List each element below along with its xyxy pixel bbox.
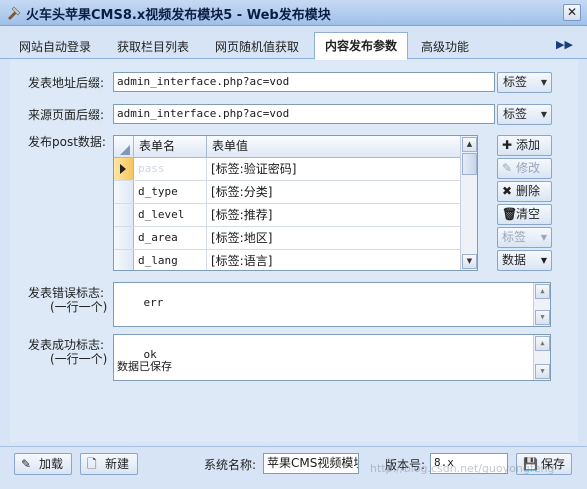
add-button[interactable]: ✚ 添加 [497, 135, 552, 156]
row-header[interactable] [114, 181, 134, 203]
load-button[interactable]: ✎ 加载 [14, 453, 72, 475]
row-header[interactable] [114, 158, 134, 180]
clear-button[interactable]: 🗑清空 [497, 204, 552, 225]
close-icon[interactable]: ✕ [563, 4, 581, 21]
table-row[interactable]: d_type [标签:分类] [114, 181, 477, 204]
error-flag-sublabel: (一行一个) [50, 300, 108, 314]
table-row[interactable]: pass [标签:验证密码] [114, 158, 477, 181]
plus-icon: ✚ [502, 138, 513, 152]
error-flag-textarea[interactable]: err ▲ ▼ [113, 282, 551, 327]
scroll-up-icon[interactable]: ▲ [535, 336, 550, 351]
cell-name[interactable]: d_type [134, 181, 207, 203]
select-all-corner[interactable] [114, 136, 134, 158]
tab-site-login[interactable]: 网站自动登录 [8, 34, 102, 59]
tag-label: 标签 [502, 230, 527, 244]
cell-name[interactable]: d_area [134, 227, 207, 249]
title-bar: 火车头苹果CMS8.x视频发布模块5 - Web发布模块 ✕ [0, 0, 587, 26]
post-url-tag-dropdown[interactable]: 标签 ▼ [497, 72, 552, 93]
cell-value[interactable]: [标签:分类] [207, 181, 462, 203]
referer-input[interactable]: admin_interface.php?ac=vod [113, 104, 495, 124]
tab-bar: 网站自动登录 获取栏目列表 网页随机值获取 内容发布参数 高级功能 ▶▶ [0, 32, 587, 60]
cell-name[interactable]: d_level [134, 204, 207, 226]
new-file-icon: 🗋 [87, 457, 97, 471]
scroll-down-icon[interactable]: ▼ [462, 254, 477, 269]
success-flag-text: ok 数据已保存 [117, 348, 172, 373]
system-name-input[interactable]: 苹果CMS视频模块 [263, 453, 359, 474]
tab-category-list[interactable]: 获取栏目列表 [106, 34, 200, 59]
new-button[interactable]: 🗋 新建 [80, 453, 138, 475]
grid-scrollbar[interactable]: ▲ ▼ [460, 136, 477, 270]
grid-header: 表单名 表单值 [114, 136, 477, 158]
cell-value[interactable]: [标签:推荐] [207, 204, 462, 226]
referer-tag-dropdown[interactable]: 标签 ▼ [497, 104, 552, 125]
scroll-down-icon[interactable]: ▼ [535, 364, 550, 379]
table-row[interactable]: d_level [标签:推荐] [114, 204, 477, 227]
table-row[interactable]: d_area [标签:地区] [114, 227, 477, 250]
chevron-down-icon: ▼ [540, 78, 547, 87]
tab-next-icon[interactable]: ▶▶ [556, 38, 573, 51]
tag-dropdown-button[interactable]: 标签 ▼ [497, 227, 552, 248]
trash-icon: 🗑 [502, 207, 518, 221]
system-name-label: 系统名称: [204, 458, 257, 472]
delete-x-icon: ✖ [502, 184, 513, 198]
post-data-label: 发布post数据: [28, 135, 106, 149]
row-header[interactable] [114, 227, 134, 249]
success-flag-sublabel: (一行一个) [50, 352, 108, 366]
scroll-up-icon[interactable]: ▲ [535, 284, 550, 299]
post-url-input[interactable]: admin_interface.php?ac=vod [113, 72, 495, 92]
post-data-grid[interactable]: 表单名 表单值 pass [标签:验证密码] d_type [标签:分类] d_… [113, 135, 478, 271]
chevron-down-icon: ▼ [540, 256, 547, 265]
delete-button[interactable]: ✖ 删除 [497, 181, 552, 202]
load-icon: ✎ [21, 457, 32, 471]
dropdown-label: 标签 [503, 75, 528, 89]
tab-random-value[interactable]: 网页随机值获取 [204, 34, 310, 59]
load-label: 加载 [39, 457, 64, 471]
column-header-name[interactable]: 表单名 [134, 136, 207, 158]
publish-params-panel: 发表地址后缀: admin_interface.php?ac=vod 标签 ▼ 来… [10, 59, 578, 442]
data-label: 数据 [502, 253, 527, 267]
window-title: 火车头苹果CMS8.x视频发布模块5 - Web发布模块 [26, 8, 331, 23]
data-dropdown-button[interactable]: 数据 ▼ [497, 250, 552, 271]
chevron-down-icon: ▼ [540, 110, 547, 119]
edit-label: 修改 [516, 161, 541, 175]
row-pointer-icon [120, 164, 126, 174]
column-header-value[interactable]: 表单值 [207, 136, 462, 158]
row-header[interactable] [114, 204, 134, 226]
textarea-scrollbar[interactable]: ▲ ▼ [533, 283, 550, 326]
cell-value[interactable]: [标签:地区] [207, 227, 462, 249]
error-flag-text: err [143, 296, 164, 309]
table-row[interactable]: d_lang [标签:语言] [114, 250, 477, 270]
success-flag-textarea[interactable]: ok 数据已保存 ▲ ▼ [113, 334, 551, 381]
watermark: http://blog.csdn.net/guoyongfeng [370, 462, 555, 475]
add-label: 添加 [516, 138, 541, 152]
edit-icon: ✎ [502, 161, 513, 175]
scroll-down-icon[interactable]: ▼ [535, 310, 550, 325]
textarea-scrollbar[interactable]: ▲ ▼ [533, 335, 550, 380]
cell-value[interactable]: [标签:验证密码] [207, 158, 462, 180]
tab-advanced[interactable]: 高级功能 [410, 34, 480, 59]
scroll-thumb[interactable] [462, 153, 477, 175]
cell-name[interactable]: d_lang [134, 250, 207, 270]
clear-label: 清空 [516, 207, 541, 221]
scroll-up-icon[interactable]: ▲ [462, 137, 477, 152]
cell-value[interactable]: [标签:语言] [207, 250, 462, 270]
post-url-label: 发表地址后缀: [28, 76, 105, 90]
edit-button[interactable]: ✎ 修改 [497, 158, 552, 179]
app-icon [8, 6, 21, 20]
referer-label: 来源页面后缀: [28, 108, 105, 122]
new-label: 新建 [105, 457, 130, 471]
dropdown-label: 标签 [503, 107, 528, 121]
cell-name[interactable]: pass [134, 158, 207, 180]
delete-label: 删除 [516, 184, 541, 198]
chevron-down-icon: ▼ [540, 233, 547, 242]
tab-publish-params[interactable]: 内容发布参数 [314, 32, 409, 60]
row-header[interactable] [114, 250, 134, 270]
